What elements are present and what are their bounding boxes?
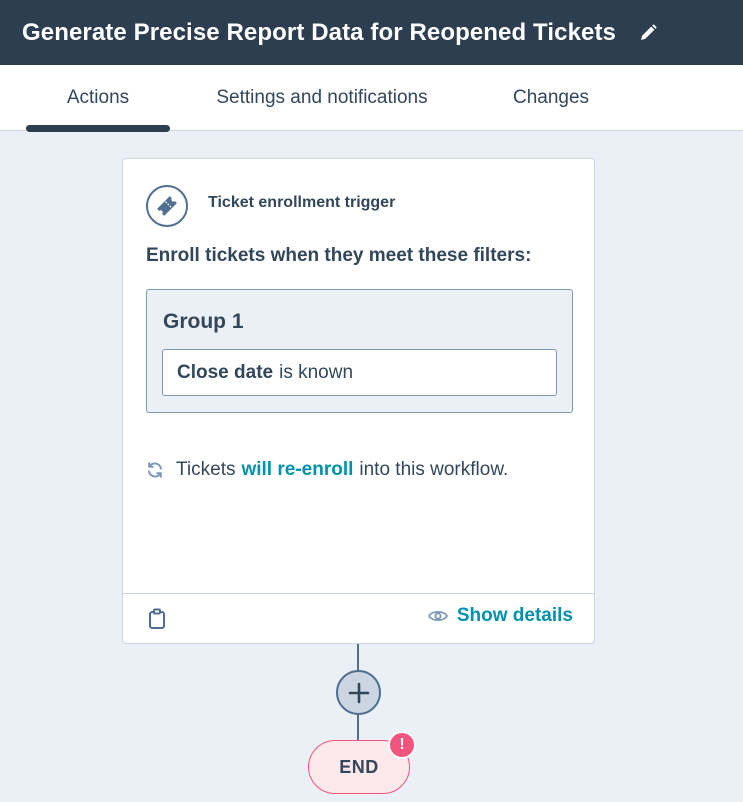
tab-changes[interactable]: Changes bbox=[496, 65, 606, 130]
end-label: END bbox=[339, 756, 379, 777]
ticket-icon bbox=[146, 185, 188, 227]
connector-line-top bbox=[357, 644, 359, 670]
workflow-title: Generate Precise Report Data for Reopene… bbox=[22, 18, 617, 46]
alert-badge[interactable]: ! bbox=[388, 731, 416, 759]
reenroll-prefix: Tickets bbox=[176, 459, 236, 480]
tab-bar: Actions Settings and notifications Chang… bbox=[0, 65, 743, 131]
pencil-icon[interactable] bbox=[638, 22, 660, 44]
show-details-label: Show details bbox=[456, 605, 573, 626]
group-title: Group 1 bbox=[163, 310, 244, 333]
eye-icon bbox=[427, 609, 448, 623]
connector-line-bottom bbox=[357, 715, 359, 740]
filter-property: Close date bbox=[177, 361, 274, 383]
refresh-icon bbox=[146, 460, 166, 480]
workflow-header: Generate Precise Report Data for Reopene… bbox=[0, 0, 743, 65]
reenroll-status: Tickets will re-enroll into this workflo… bbox=[146, 459, 508, 481]
tab-actions[interactable]: Actions bbox=[26, 65, 170, 130]
alert-icon: ! bbox=[399, 736, 405, 753]
enroll-heading: Enroll tickets when they meet these filt… bbox=[146, 245, 532, 266]
clipboard-icon[interactable] bbox=[148, 608, 166, 630]
plus-icon bbox=[348, 682, 369, 703]
enrollment-trigger-card[interactable]: Ticket enrollment trigger Enroll tickets… bbox=[122, 158, 595, 644]
filter-operator: is known bbox=[279, 361, 354, 383]
active-tab-indicator bbox=[26, 125, 170, 132]
reenroll-link[interactable]: will re-enroll bbox=[241, 459, 353, 481]
reenroll-suffix: into this workflow. bbox=[359, 459, 509, 480]
trigger-label: Ticket enrollment trigger bbox=[208, 194, 396, 211]
add-action-button[interactable] bbox=[336, 670, 381, 715]
show-details-button[interactable]: Show details bbox=[427, 605, 573, 627]
tab-actions-label: Actions bbox=[66, 86, 130, 108]
filter-group: Group 1 Close date is known bbox=[146, 289, 573, 413]
tab-settings-label: Settings and notifications bbox=[216, 86, 428, 108]
card-footer: Show details bbox=[123, 593, 594, 643]
tab-changes-label: Changes bbox=[512, 86, 590, 108]
tab-settings-and-notifications[interactable]: Settings and notifications bbox=[196, 65, 448, 130]
filter-condition[interactable]: Close date is known bbox=[162, 349, 557, 396]
